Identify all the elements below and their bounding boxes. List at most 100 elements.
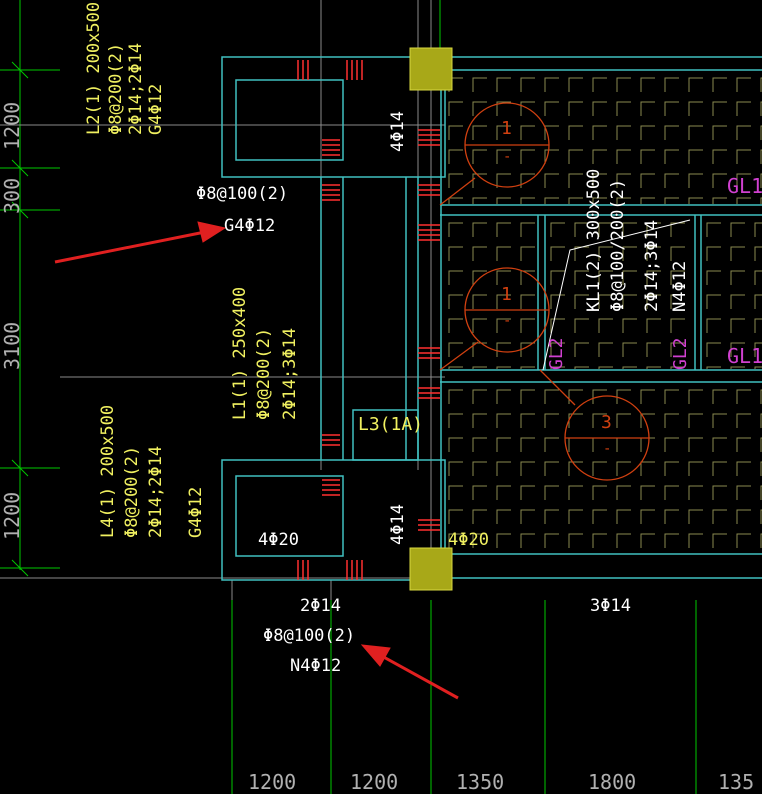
l4-side[interactable]: G4Φ12 xyxy=(186,487,206,538)
slab-hatch-mark xyxy=(472,294,487,309)
slab-hatch-mark xyxy=(544,533,559,548)
kl1-main[interactable]: 2Φ14;3Φ14 xyxy=(642,220,662,312)
l1-main[interactable]: 2Φ14;3Φ14 xyxy=(280,328,300,420)
kl1-stirrup[interactable]: Φ8@100/200(2) xyxy=(608,179,628,312)
vert-4phi14-bottom[interactable]: 4Φ14 xyxy=(388,504,408,545)
slab-hatch-mark xyxy=(736,413,751,428)
slab-hatch-mark xyxy=(448,413,463,428)
slab-hatch-mark xyxy=(736,389,751,404)
slab-hatch-mark xyxy=(640,485,655,500)
arrow-bottom-head xyxy=(360,644,391,667)
slab-hatch-mark xyxy=(496,509,511,524)
slab-hatch-mark xyxy=(544,509,559,524)
right-3phi14-label[interactable]: 3Φ14 xyxy=(590,598,631,615)
l2-main[interactable]: 2Φ14;2Φ14 xyxy=(126,43,146,135)
dim-left-1200-bottom: 1200 xyxy=(0,491,24,540)
slab-hatch-mark xyxy=(664,461,679,476)
slab-hatch-mark xyxy=(640,149,655,164)
dim-bottom-1800: 1800 xyxy=(588,770,637,794)
bottom-side-label[interactable]: N4Φ12 xyxy=(290,658,341,675)
slab-hatch-mark xyxy=(592,101,607,116)
slab-hatch-mark xyxy=(616,149,631,164)
slab-hatch-mark xyxy=(568,533,583,548)
slab-hatch-mark xyxy=(568,101,583,116)
l2-name[interactable]: L2(1) 200x500 xyxy=(84,2,104,135)
slab-hatch-mark xyxy=(712,413,727,428)
slab-hatch-mark xyxy=(472,77,487,92)
kl1-name[interactable]: KL1(2) 300x500 xyxy=(584,169,604,312)
gl1-top-label[interactable]: GL1 xyxy=(727,176,762,196)
bottom-4phi20-label[interactable]: 4Φ20 xyxy=(258,532,299,549)
slab-hatch-mark xyxy=(706,246,721,261)
vert-4phi14-top[interactable]: 4Φ14 xyxy=(388,111,408,152)
column-top xyxy=(409,47,453,91)
slab-hatch-mark xyxy=(550,222,565,237)
marker-1b-top: 1 xyxy=(501,284,512,305)
dim-bottom-1200-b: 1200 xyxy=(350,770,399,794)
gl2-right-label[interactable]: GL2 xyxy=(670,337,691,370)
slab-hatch-mark xyxy=(664,173,679,188)
marker-3-bottom: - xyxy=(603,441,612,457)
slab-hatch-mark xyxy=(640,125,655,140)
slab-hatch-mark xyxy=(520,509,535,524)
slab-hatch-mark xyxy=(598,366,613,369)
slab-hatch-mark xyxy=(622,318,637,333)
slab-hatch-mark xyxy=(520,461,535,476)
bottom-stirrup-label[interactable]: Φ8@100(2) xyxy=(263,628,355,645)
l1-stirrup[interactable]: Φ8@200(2) xyxy=(254,328,274,420)
slab-hatch-mark xyxy=(754,294,762,309)
dim-left-1200-top: 1200 xyxy=(0,101,24,150)
slab-hatch-mark xyxy=(670,222,685,237)
l1-name[interactable]: L1(1) 250x400 xyxy=(230,287,250,420)
slab-hatch-mark xyxy=(670,246,685,261)
slab-hatch-mark xyxy=(646,318,661,333)
slab-hatch-mark xyxy=(736,437,751,452)
slab-hatch-mark xyxy=(736,485,751,500)
slab-hatch-mark xyxy=(544,101,559,116)
slab-hatch-mark xyxy=(706,222,721,237)
l4-name[interactable]: L4(1) 200x500 xyxy=(98,405,118,538)
slab-hatch-mark xyxy=(472,246,487,261)
slab-hatch-mark xyxy=(730,270,745,285)
slab-hatch-mark xyxy=(472,461,487,476)
slab-hatch-mark xyxy=(706,318,721,333)
top-stirrup-label[interactable]: Φ8@100(2) xyxy=(196,186,288,203)
slab-hatch-mark xyxy=(550,246,565,261)
slab-hatch-mark xyxy=(706,270,721,285)
l4-stirrup[interactable]: Φ8@200(2) xyxy=(122,446,142,538)
slab-hatch-mark xyxy=(616,485,631,500)
gl2-left-label[interactable]: GL2 xyxy=(546,337,567,370)
top-side-label[interactable]: G4Φ12 xyxy=(224,218,275,235)
slab-hatch-mark xyxy=(448,294,463,309)
slab-hatch-mark xyxy=(712,509,727,524)
slab-hatch-mark xyxy=(730,222,745,237)
slab-hatch-mark xyxy=(448,389,463,404)
slab-hatch-mark xyxy=(496,389,511,404)
slab-hatch-mark xyxy=(616,77,631,92)
kl1-side[interactable]: N4Φ12 xyxy=(670,261,690,312)
slab-hatch-mark xyxy=(664,125,679,140)
slab-hatch-mark xyxy=(706,294,721,309)
slab-hatch-mark xyxy=(664,389,679,404)
slab-hatch-mark xyxy=(592,125,607,140)
slab-hatch-mark xyxy=(496,366,511,369)
slab-hatch-mark xyxy=(472,413,487,428)
gl1-mid-label[interactable]: GL1 xyxy=(727,346,762,366)
slab-hatch-mark xyxy=(688,437,703,452)
l4-main[interactable]: 2Φ14;2Φ14 xyxy=(146,446,166,538)
slab-hatch-mark xyxy=(640,509,655,524)
slab-hatch-mark xyxy=(448,149,463,164)
l3-label[interactable]: L3(1A) xyxy=(358,416,423,434)
slab-hatch-mark xyxy=(736,77,751,92)
slab-hatch-mark xyxy=(688,413,703,428)
slab-hatch-mark xyxy=(448,270,463,285)
bottom-4phi20-right-label[interactable]: 4Φ20 xyxy=(448,532,489,549)
slab-hatch-mark xyxy=(472,485,487,500)
slab-hatch-mark xyxy=(688,389,703,404)
l2-side[interactable]: G4Φ12 xyxy=(146,84,166,135)
bottom-2phi14-label[interactable]: 2Φ14 xyxy=(300,598,341,615)
slab-hatch-mark xyxy=(640,77,655,92)
l2-stirrup[interactable]: Φ8@200(2) xyxy=(106,43,126,135)
slab-hatch-mark xyxy=(712,101,727,116)
slab-hatch-mark xyxy=(730,318,745,333)
